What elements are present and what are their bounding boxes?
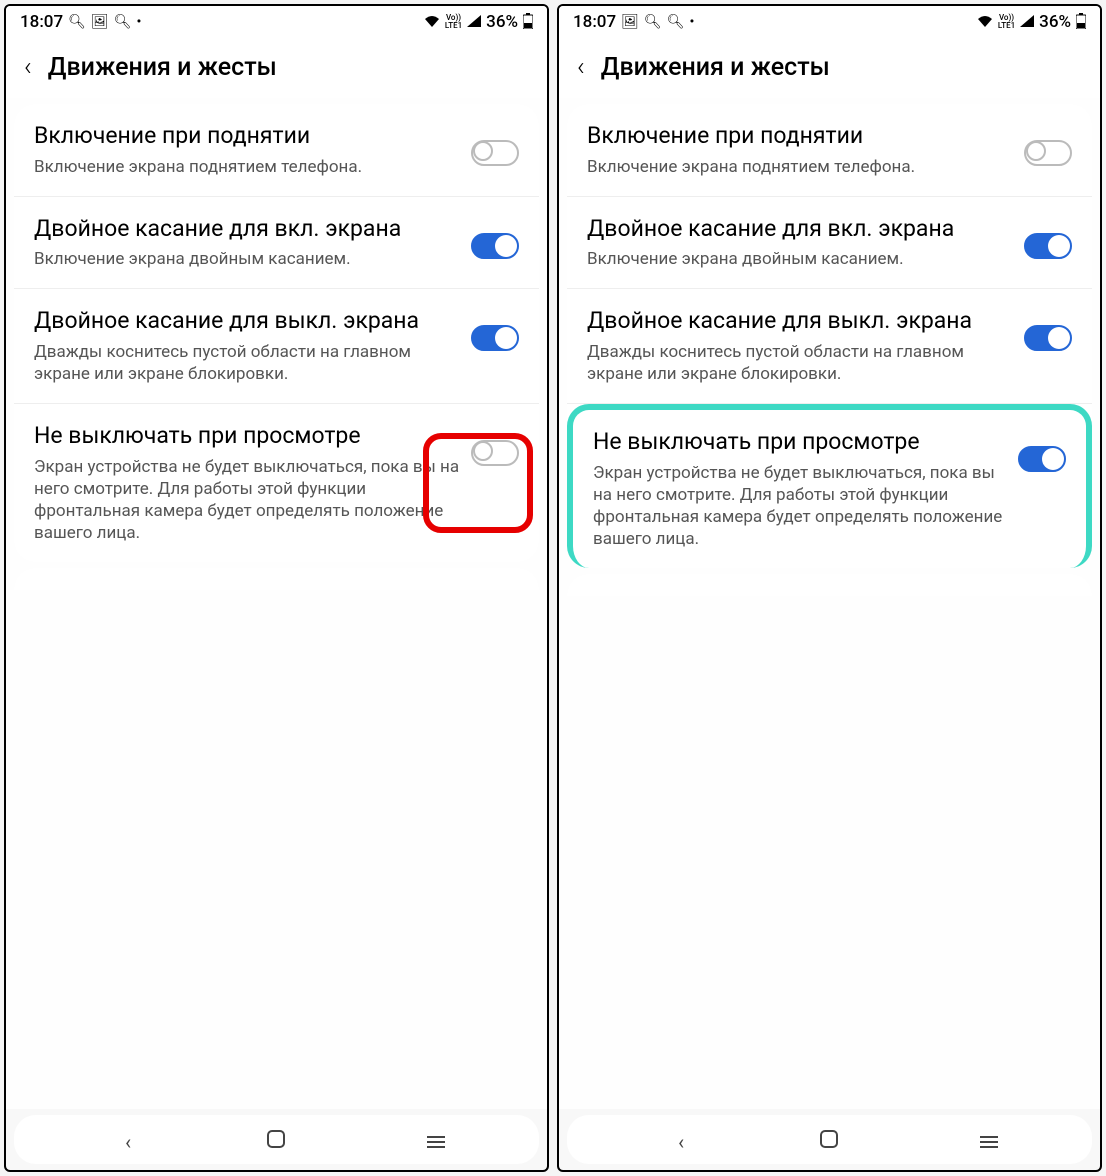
back-button[interactable]: ‹	[577, 52, 585, 82]
setting-double-tap-on[interactable]: Двойное касание для вкл. экрана Включени…	[567, 197, 1092, 290]
toggle-keep-screen-on[interactable]	[1018, 446, 1066, 472]
page-title: Движения и жесты	[48, 53, 277, 82]
header: ‹ Движения и жесты	[559, 38, 1100, 98]
settings-card: Включение при поднятии Включение экрана …	[567, 104, 1092, 568]
setting-title: Включение при поднятии	[34, 122, 461, 150]
volte-icon: Vo))LTE1	[445, 14, 462, 30]
settings-content: Включение при поднятии Включение экрана …	[6, 98, 547, 1109]
settings-content: Включение при поднятии Включение экрана …	[559, 98, 1100, 1109]
setting-desc: Дважды коснитесь пустой области на главн…	[34, 341, 461, 385]
nav-bar: ‹	[567, 1115, 1092, 1164]
volte-icon: Vo))LTE1	[998, 14, 1015, 30]
nav-bar: ‹	[14, 1115, 539, 1164]
partial-next-card	[567, 574, 1092, 596]
dot-icon: •	[136, 15, 141, 29]
setting-title: Двойное касание для выкл. экрана	[34, 307, 461, 335]
toggle-lift-to-wake[interactable]	[1024, 140, 1072, 166]
toggle-double-tap-on[interactable]	[471, 233, 519, 259]
setting-desc: Включение экрана поднятием телефона.	[34, 156, 461, 178]
setting-keep-screen-on[interactable]: Не выключать при просмотре Экран устройс…	[14, 404, 539, 562]
picture-icon: 🖼	[621, 15, 639, 29]
setting-double-tap-off[interactable]: Двойное касание для выкл. экрана Дважды …	[567, 289, 1092, 404]
dot-icon: •	[689, 15, 694, 29]
header: ‹ Движения и жесты	[6, 38, 547, 98]
setting-title: Двойное касание для вкл. экрана	[587, 215, 1014, 243]
battery-percent: 36%	[486, 12, 518, 32]
search-icon: 🔍︎	[644, 15, 662, 29]
setting-title: Не выключать при просмотре	[34, 422, 461, 450]
nav-back-button[interactable]: ‹	[661, 1130, 701, 1154]
picture-icon: 🖼	[91, 15, 109, 29]
setting-text: Двойное касание для выкл. экрана Дважды …	[587, 307, 1024, 385]
setting-title: Не выключать при просмотре	[593, 428, 1008, 456]
status-right: Vo))LTE1 36%	[977, 12, 1086, 32]
back-button[interactable]: ‹	[24, 52, 32, 82]
settings-card: Включение при поднятии Включение экрана …	[14, 104, 539, 562]
nav-home-button[interactable]	[256, 1129, 296, 1154]
setting-double-tap-off[interactable]: Двойное касание для выкл. экрана Дважды …	[14, 289, 539, 404]
partial-next-card	[14, 568, 539, 590]
setting-text: Не выключать при просмотре Экран устройс…	[34, 422, 471, 544]
setting-title: Двойное касание для вкл. экрана	[34, 215, 461, 243]
page-title: Движения и жесты	[601, 53, 830, 82]
setting-lift-to-wake[interactable]: Включение при поднятии Включение экрана …	[567, 104, 1092, 197]
setting-text: Включение при поднятии Включение экрана …	[587, 122, 1024, 178]
wifi-icon	[424, 15, 440, 30]
status-right: Vo))LTE1 36%	[424, 12, 533, 32]
phone-screenshot-right: 18:07 🖼 🔍︎ 🔍︎ • Vo))LTE1 36% ‹ Движения …	[557, 4, 1102, 1172]
toggle-double-tap-off[interactable]	[471, 325, 519, 351]
toggle-double-tap-on[interactable]	[1024, 233, 1072, 259]
toggle-keep-screen-on[interactable]	[471, 440, 519, 466]
setting-title: Двойное касание для выкл. экрана	[587, 307, 1014, 335]
status-bar: 18:07 🔍︎ 🖼 🔍︎ • Vo))LTE1 36%	[6, 6, 547, 38]
setting-text: Двойное касание для вкл. экрана Включени…	[587, 215, 1024, 271]
setting-lift-to-wake[interactable]: Включение при поднятии Включение экрана …	[14, 104, 539, 197]
battery-icon	[1076, 13, 1086, 32]
setting-text: Двойное касание для выкл. экрана Дважды …	[34, 307, 471, 385]
toggle-lift-to-wake[interactable]	[471, 140, 519, 166]
wifi-icon	[977, 15, 993, 30]
status-bar: 18:07 🖼 🔍︎ 🔍︎ • Vo))LTE1 36%	[559, 6, 1100, 38]
battery-percent: 36%	[1039, 12, 1071, 32]
setting-desc: Дважды коснитесь пустой области на главн…	[587, 341, 1014, 385]
phone-screenshot-left: 18:07 🔍︎ 🖼 🔍︎ • Vo))LTE1 36% ‹ Движения …	[4, 4, 549, 1172]
nav-recents-button[interactable]	[405, 1136, 445, 1148]
status-time: 18:07	[20, 12, 63, 32]
signal-icon	[1020, 15, 1034, 30]
setting-text: Не выключать при просмотре Экран устройс…	[593, 428, 1018, 550]
battery-icon	[523, 13, 533, 32]
search-icon: 🔍︎	[114, 15, 132, 29]
nav-home-button[interactable]	[809, 1129, 849, 1154]
setting-desc: Экран устройства не будет выключаться, п…	[34, 456, 461, 544]
setting-desc: Экран устройства не будет выключаться, п…	[593, 462, 1008, 550]
search-icon: 🔍︎	[68, 15, 86, 29]
setting-desc: Включение экрана двойным касанием.	[34, 248, 461, 270]
nav-back-button[interactable]: ‹	[108, 1130, 148, 1154]
signal-icon	[467, 15, 481, 30]
status-left: 18:07 🔍︎ 🖼 🔍︎ •	[20, 12, 141, 32]
setting-title: Включение при поднятии	[587, 122, 1014, 150]
search-icon: 🔍︎	[667, 15, 685, 29]
setting-desc: Включение экрана поднятием телефона.	[587, 156, 1014, 178]
status-left: 18:07 🖼 🔍︎ 🔍︎ •	[573, 12, 694, 32]
nav-recents-button[interactable]	[958, 1136, 998, 1148]
setting-keep-screen-on[interactable]: Не выключать при просмотре Экран устройс…	[567, 404, 1092, 568]
status-time: 18:07	[573, 12, 616, 32]
setting-desc: Включение экрана двойным касанием.	[587, 248, 1014, 270]
setting-text: Двойное касание для вкл. экрана Включени…	[34, 215, 471, 271]
setting-text: Включение при поднятии Включение экрана …	[34, 122, 471, 178]
toggle-double-tap-off[interactable]	[1024, 325, 1072, 351]
setting-double-tap-on[interactable]: Двойное касание для вкл. экрана Включени…	[14, 197, 539, 290]
